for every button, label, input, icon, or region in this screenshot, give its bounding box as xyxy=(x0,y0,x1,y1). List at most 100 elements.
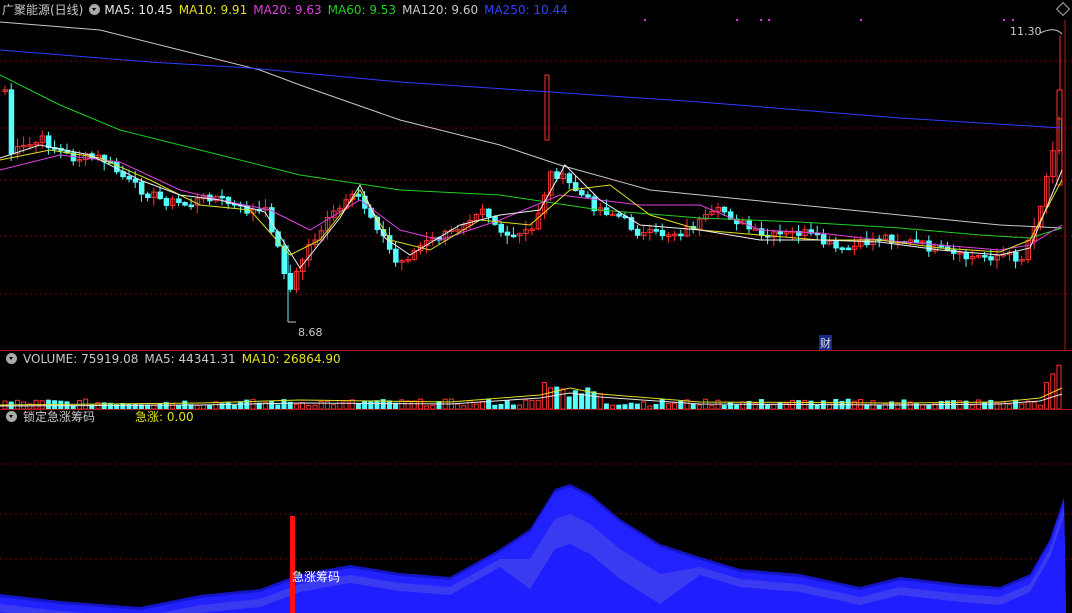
volume-bar xyxy=(529,399,535,410)
indicator-chart[interactable] xyxy=(0,409,1072,613)
volume-bar xyxy=(1056,364,1062,410)
volume-bar xyxy=(548,387,554,410)
signal-dot xyxy=(1003,19,1005,21)
candle-body xyxy=(182,202,188,206)
indicator-panel-header: 锁定急涨筹码 急涨: 0.00 xyxy=(0,408,200,426)
candle-body xyxy=(219,195,225,199)
volume-bar xyxy=(858,398,864,410)
candle-body xyxy=(138,181,145,195)
finance-marker[interactable]: 财 xyxy=(819,335,832,351)
signal-dot xyxy=(1012,19,1014,21)
main-panel-header: 广聚能源(日线) MA5: 10.45 MA10: 9.91 MA20: 9.63 MA… xyxy=(0,1,580,19)
candle-body xyxy=(393,248,399,263)
volume-bar xyxy=(362,400,368,410)
candle-body xyxy=(498,223,504,233)
volume-bar xyxy=(845,398,851,410)
signal-dot xyxy=(860,19,862,21)
ma-line xyxy=(0,149,1063,256)
ma-line xyxy=(0,144,1063,269)
candle-body xyxy=(45,135,52,149)
candle-body xyxy=(963,252,969,260)
signal-dot xyxy=(736,19,738,21)
volume-bar xyxy=(1031,401,1037,410)
volume-bar xyxy=(597,392,603,410)
candle-body xyxy=(176,198,182,204)
chip-annotation: 急涨筹码 xyxy=(292,570,341,584)
ma-line xyxy=(0,74,1063,239)
volume-bar xyxy=(1013,399,1019,410)
ma-line xyxy=(0,49,1063,129)
volume-bar xyxy=(504,399,510,410)
volume-bar xyxy=(479,400,485,410)
ma-legend-item: MA20: 9.63 xyxy=(253,3,322,17)
volume-bar xyxy=(269,401,275,410)
volume-bar xyxy=(740,401,746,410)
indicator-toggle-icon[interactable] xyxy=(6,411,17,422)
volume-bar xyxy=(467,399,473,410)
candle-body xyxy=(188,204,194,208)
ma-legend-item: MA10: 9.91 xyxy=(178,3,248,17)
volume-toggle-icon[interactable] xyxy=(6,353,17,364)
low-price-label: 8.68 xyxy=(298,326,323,339)
candle-body xyxy=(616,213,622,217)
candle-body xyxy=(634,228,641,236)
candle-body xyxy=(653,229,659,232)
candle-body xyxy=(845,247,852,251)
candle-body xyxy=(777,231,783,235)
volume-bar xyxy=(349,399,355,410)
ma-legend-item: MA60: 9.53 xyxy=(327,3,397,17)
candle-body xyxy=(510,234,517,238)
candle-body xyxy=(157,191,163,199)
candle-body xyxy=(132,178,139,183)
stock-title[interactable]: 广聚能源(日线) xyxy=(2,3,83,17)
volume-bar xyxy=(591,391,597,410)
candle-body xyxy=(721,206,728,213)
high-pointer xyxy=(1039,29,1063,35)
price-chart[interactable] xyxy=(0,0,1072,350)
volume-value: VOLUME: 75919.08 xyxy=(23,352,139,366)
volume-bar xyxy=(436,401,442,410)
volume-bar xyxy=(566,396,572,410)
signal-dot xyxy=(760,19,762,21)
volume-bar xyxy=(324,400,330,410)
candle-body xyxy=(982,255,988,258)
candle-body xyxy=(287,272,294,290)
candle-body xyxy=(913,239,920,243)
high-price-label: 11.30 xyxy=(1010,25,1042,38)
ma-legend-item: MA250: 10.44 xyxy=(484,3,568,17)
candle-body xyxy=(355,193,362,197)
candle-body xyxy=(8,89,15,155)
volume-ma10: MA10: 26864.90 xyxy=(241,352,341,366)
volume-bar xyxy=(535,399,541,410)
panel-toggle-icon[interactable] xyxy=(89,4,101,15)
ma-legend-item: MA120: 9.60 xyxy=(402,3,479,17)
volume-bar xyxy=(715,399,721,410)
ma-legend-item: MA5: 10.45 xyxy=(104,3,173,17)
volume-bar xyxy=(337,399,343,410)
volume-bar xyxy=(374,400,380,410)
candle-body xyxy=(839,247,845,250)
volume-panel-header: VOLUME: 75919.08 MA5: 44341.31 MA10: 26864… xyxy=(0,350,347,368)
candle-body xyxy=(126,176,132,180)
volume-ma5: MA5: 44341.31 xyxy=(144,352,236,366)
volume-bar xyxy=(541,382,547,410)
candle-body xyxy=(566,173,573,184)
indicator-value: 急涨: 0.00 xyxy=(135,410,194,424)
signal-dot xyxy=(768,19,770,21)
candle-body xyxy=(833,241,839,249)
ma-legend: MA5: 10.45 MA10: 9.91 MA20: 9.63 MA60: 9.53… xyxy=(104,3,573,17)
candle-body xyxy=(585,194,591,198)
candle-body xyxy=(678,233,684,237)
chip-marker-bar xyxy=(290,516,295,613)
volume-bar xyxy=(579,393,585,410)
candle-body xyxy=(544,74,550,141)
volume-bar xyxy=(641,401,647,410)
candle-body xyxy=(163,197,170,206)
candle-body xyxy=(820,234,827,245)
candle-body xyxy=(579,190,585,196)
volume-bar xyxy=(281,399,287,410)
volume-bar xyxy=(343,400,349,410)
candle-body xyxy=(492,216,498,225)
candle-body xyxy=(603,207,610,215)
candle-body xyxy=(659,229,666,237)
